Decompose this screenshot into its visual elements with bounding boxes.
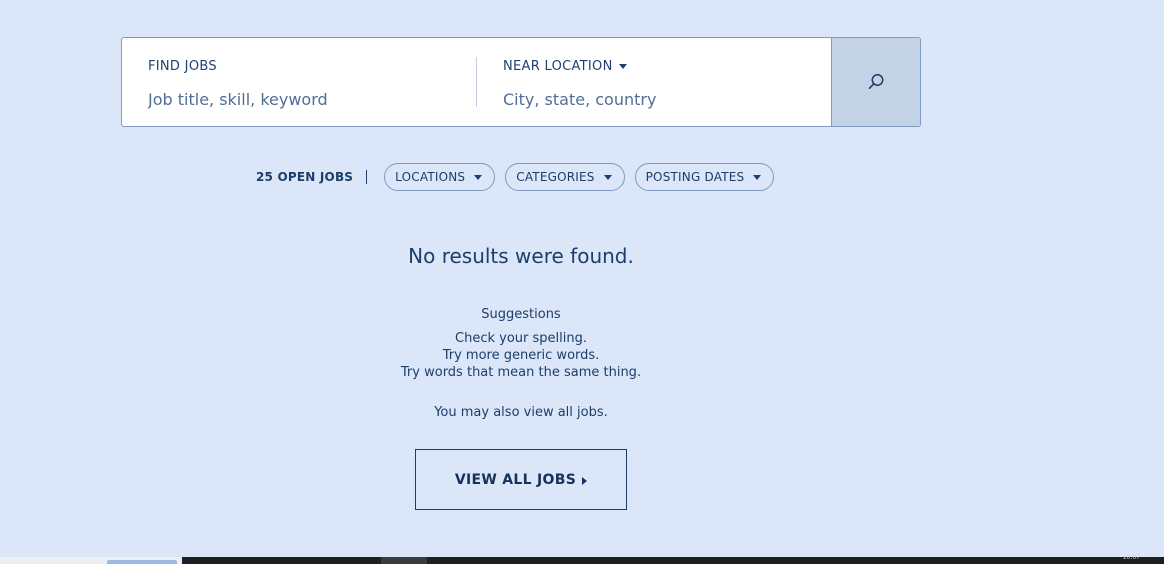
suggestion-item: Check your spelling. — [455, 331, 587, 346]
view-all-jobs-label: VIEW ALL JOBS — [454, 471, 577, 488]
chevron-down-icon — [474, 174, 483, 180]
suggestions-list: Check your spelling. Try more generic wo… — [0, 330, 1042, 381]
near-location-dropdown[interactable]: NEAR LOCATION — [503, 59, 627, 74]
taskbar-clock[interactable]: 10:07 — [1123, 554, 1140, 561]
taskbar-search-area[interactable] — [0, 557, 182, 564]
suggestion-item: Try more generic words. — [442, 348, 600, 363]
search-button[interactable] — [831, 38, 920, 126]
suggestion-item: Try words that mean the same thing. — [400, 365, 642, 380]
suggestions-title: Suggestions — [481, 307, 561, 322]
keyword-search-section: FIND JOBS — [122, 38, 477, 126]
no-results-heading: No results were found. — [408, 244, 634, 268]
job-search-bar: FIND JOBS NEAR LOCATION — [121, 37, 921, 127]
near-location-label-text: NEAR LOCATION — [503, 59, 613, 74]
find-jobs-label-text: FIND JOBS — [148, 59, 217, 74]
chevron-down-icon — [753, 174, 762, 180]
chevron-down-icon — [603, 174, 612, 180]
posting-dates-filter-label: POSTING DATES — [645, 170, 745, 184]
filter-separator — [366, 170, 368, 184]
posting-dates-filter[interactable]: POSTING DATES — [634, 163, 775, 191]
filter-row: 25 OPEN JOBS LOCATIONS CATEGORIES POSTIN… — [256, 162, 784, 192]
locations-filter[interactable]: LOCATIONS — [384, 163, 496, 191]
view-all-jobs-text: You may also view all jobs. — [434, 405, 608, 420]
chevron-right-icon — [582, 476, 588, 485]
taskbar: 10:07 — [0, 554, 1164, 564]
locations-filter-label: LOCATIONS — [395, 170, 466, 184]
chevron-down-icon — [618, 64, 627, 69]
location-search-section: NEAR LOCATION — [477, 38, 831, 126]
find-jobs-label: FIND JOBS — [148, 59, 217, 74]
categories-filter-label: CATEGORIES — [516, 170, 595, 184]
taskbar-chip — [107, 560, 177, 564]
location-input[interactable] — [503, 90, 803, 109]
taskbar-app-button[interactable] — [381, 557, 427, 564]
search-icon — [868, 74, 884, 89]
categories-filter[interactable]: CATEGORIES — [505, 163, 625, 191]
keyword-input[interactable] — [148, 90, 448, 109]
view-all-jobs-button[interactable]: VIEW ALL JOBS — [415, 449, 627, 510]
open-jobs-count: 25 OPEN JOBS — [256, 170, 354, 184]
